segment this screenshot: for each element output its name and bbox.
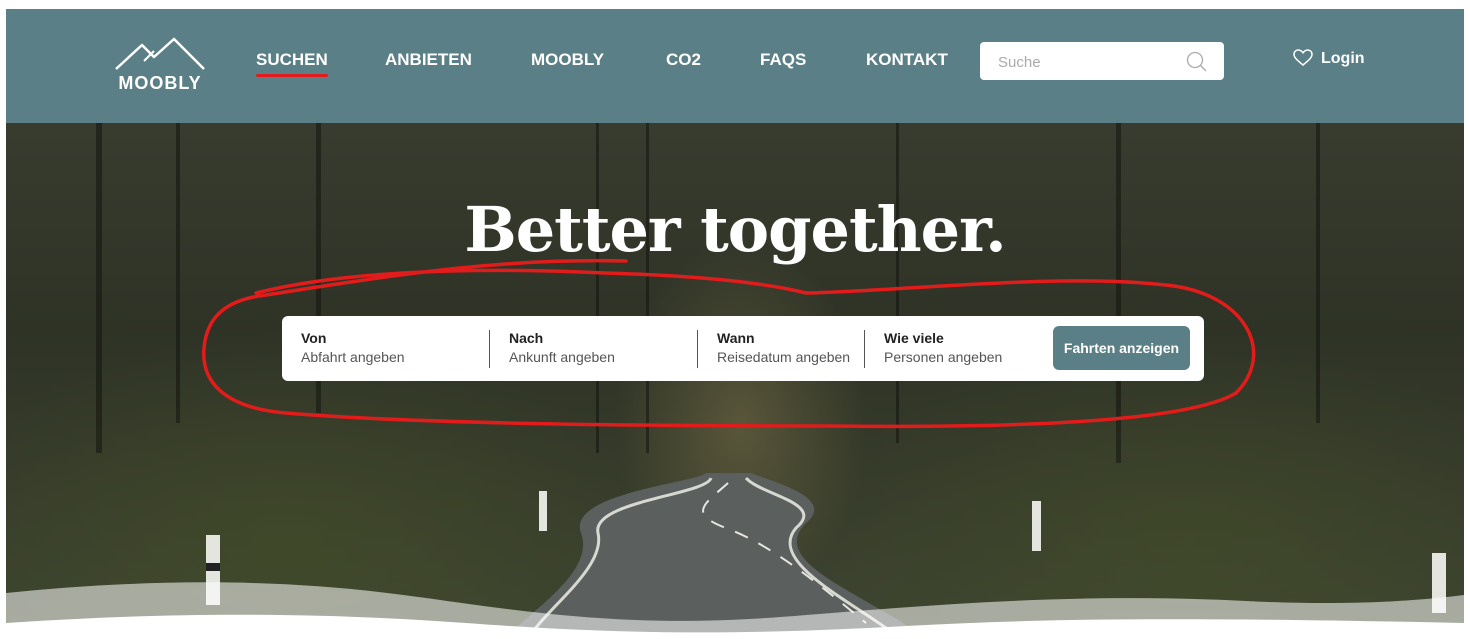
hero-section: Better together. Von Abfahrt angeben Nac… — [6, 123, 1464, 639]
page-frame: MOOBLY SUCHEN ANBIETEN MOOBLY CO2 FAQS K… — [6, 9, 1464, 639]
heart-icon[interactable] — [1293, 49, 1313, 67]
site-header: MOOBLY SUCHEN ANBIETEN MOOBLY CO2 FAQS K… — [6, 9, 1464, 123]
search-icon[interactable] — [1186, 51, 1208, 73]
search-input[interactable] — [980, 42, 1190, 82]
search-box — [980, 42, 1224, 82]
logo-text: MOOBLY — [118, 73, 202, 93]
login-link[interactable]: Login — [1321, 50, 1365, 68]
mountain-logo-icon — [115, 37, 205, 70]
nav-suchen[interactable]: SUCHEN — [256, 50, 328, 77]
nav-moobly[interactable]: MOOBLY — [531, 50, 604, 70]
nav-co2[interactable]: CO2 — [666, 50, 701, 70]
wave-decoration — [6, 582, 1464, 639]
nav-kontakt[interactable]: KONTAKT — [866, 50, 948, 70]
nav-faqs[interactable]: FAQS — [760, 50, 806, 70]
nav-anbieten[interactable]: ANBIETEN — [385, 50, 472, 70]
logo[interactable]: MOOBLY — [110, 37, 210, 93]
